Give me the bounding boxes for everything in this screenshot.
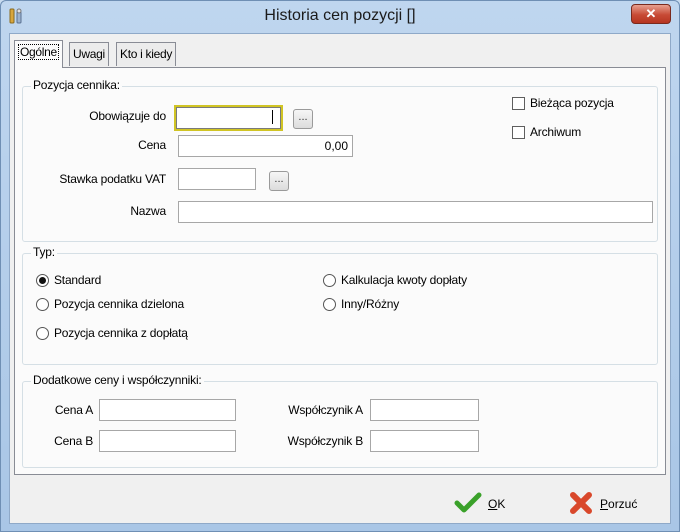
text-caret [272,110,273,124]
tab-uwagi[interactable]: Uwagi [69,42,109,66]
wspolczynnik-a-label: Współczynik A [288,403,363,417]
radio-inny-rozny-label: Inny/Różny [341,297,400,311]
group-typ-legend: Typ: [31,245,57,259]
radio-standard-label: Standard [54,273,102,287]
tab-kto-i-kiedy[interactable]: Kto i kiedy [116,42,177,66]
cena-b-label: Cena B [54,434,93,448]
obowiazuje-do-input[interactable] [174,105,283,131]
tab-uwagi-label: Uwagi [73,47,105,61]
group-typ: Typ: Standard Pozycja cennika dzielona P… [22,245,658,365]
radio-kalkulacja-doplaty-label: Kalkulacja kwoty dopłaty [341,273,467,287]
radio-pozycja-z-doplata-label: Pozycja cennika z dopłatą [54,326,188,340]
stawka-vat-picker-button[interactable]: ... [269,171,289,191]
tab-ogolne[interactable]: Ogólne [14,40,63,68]
group-pozycja-cennika: Pozycja cennika: Obowiązuje do ... Cena … [22,78,658,242]
radio-pozycja-dzielona[interactable] [36,298,49,311]
cena-a-input[interactable] [99,399,236,421]
wspolczynnik-b-label: Współczynik B [287,434,364,448]
radio-pozycja-dzielona-label: Pozycja cennika dzielona [54,297,184,311]
tab-panel-ogolne: Pozycja cennika: Obowiązuje do ... Cena … [14,67,666,475]
obowiazuje-label: Obowiązuje do [89,109,166,123]
porzuc-button[interactable]: Porzuć [568,490,637,518]
porzuc-label: orzuć [608,497,638,511]
ok-label: K [497,497,506,511]
cena-b-input[interactable] [99,430,236,452]
group-pozycja-legend: Pozycja cennika: [31,78,122,92]
cancel-x-icon [568,490,594,519]
close-icon: ✕ [645,6,657,21]
dialog-window: Historia cen pozycji [] ✕ Ogólne Uwagi K… [0,0,680,532]
title-bar[interactable]: Historia cen pozycji [] ✕ [1,1,679,33]
obowiazuje-picker-button[interactable]: ... [293,109,313,129]
radio-standard[interactable] [36,274,49,287]
stawka-vat-label: Stawka podatku VAT [59,172,166,186]
archiwum-label: Archiwum [530,125,582,139]
archiwum-checkbox[interactable] [512,126,525,139]
radio-inny-rozny[interactable] [323,298,336,311]
group-dodatkowe: Dodatkowe ceny i współczynniki: Cena A C… [22,373,658,468]
radio-kalkulacja-doplaty[interactable] [323,274,336,287]
ok-button[interactable]: OK [454,490,505,518]
nazwa-input[interactable] [178,201,653,223]
window-title: Historia cen pozycji [] [264,7,416,24]
stawka-vat-input[interactable] [178,168,256,190]
nazwa-label: Nazwa [130,204,166,218]
biezaca-pozycja-checkbox[interactable] [512,97,525,110]
close-button[interactable]: ✕ [631,4,671,24]
cena-a-label: Cena A [54,403,93,417]
radio-pozycja-z-doplata[interactable] [36,327,49,340]
group-dodatkowe-legend: Dodatkowe ceny i współczynniki: [31,373,204,387]
wspolczynnik-b-input[interactable] [370,430,479,452]
check-icon [454,491,482,518]
cena-input[interactable]: 0,00 [178,135,353,157]
tab-ogolne-label: Ogólne [18,44,59,60]
dialog-client: Ogólne Uwagi Kto i kiedy Pozycja cennika… [9,33,671,524]
cena-label: Cena [138,138,166,152]
porzuc-label-mnemonic: P [600,497,609,511]
ok-label-mnemonic: O [488,497,498,511]
wspolczynnik-a-input[interactable] [370,399,479,421]
tab-kto-i-kiedy-label: Kto i kiedy [120,47,173,61]
biezaca-pozycja-label: Bieżąca pozycja [530,96,614,110]
